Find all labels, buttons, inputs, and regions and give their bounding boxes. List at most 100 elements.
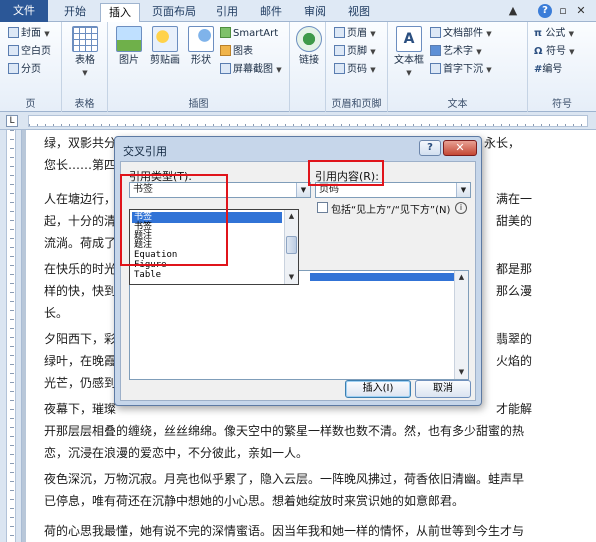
- group-text: A 文本框 ▼ 文档部件 ▼ 艺术字 ▼ 首字下沉 ▼ 文本: [388, 22, 528, 112]
- drop-cap-button[interactable]: 首字下沉 ▼: [430, 62, 492, 77]
- close-window-icon[interactable]: ✕: [574, 4, 588, 18]
- links-icon: [296, 26, 322, 52]
- minimize-ribbon-icon[interactable]: ▲: [506, 4, 520, 18]
- header-button[interactable]: 页眉 ▼: [334, 26, 376, 41]
- scroll-down-icon[interactable]: ▼: [456, 367, 467, 378]
- include-above-below-checkbox[interactable]: [317, 202, 328, 213]
- doc-line-right: 永长，: [484, 136, 521, 150]
- quick-parts-icon: [430, 27, 441, 38]
- chart-button[interactable]: 图表: [220, 44, 253, 59]
- symbol-button[interactable]: Ω 符号 ▼: [534, 44, 575, 59]
- clipart-button[interactable]: 剪贴画: [146, 26, 184, 67]
- group-label-table: 表格: [74, 99, 95, 110]
- highlight-box-ref-content: [308, 160, 384, 186]
- shapes-button[interactable]: 形状: [182, 26, 220, 67]
- cancel-button[interactable]: 取消: [415, 380, 471, 398]
- doc-line: 夜色深沉，万物沉寂。月亮也似乎累了，隐入云层。一阵晚风拂过，荷香依旧清幽。蛙声早: [44, 472, 525, 486]
- group-illustrations: 图片 剪贴画 形状 SmartArt 图表 屏幕截图 ▼ 插图: [108, 22, 290, 112]
- insert-button[interactable]: 插入(I): [345, 380, 411, 398]
- listbox-scrollbar[interactable]: ▲ ▼: [454, 271, 468, 379]
- tab-insert[interactable]: 插入: [100, 3, 140, 22]
- tab-view[interactable]: 视图: [340, 3, 378, 22]
- smartart-button[interactable]: SmartArt: [220, 26, 278, 41]
- tab-page-layout[interactable]: 页面布局: [144, 3, 204, 22]
- picture-button[interactable]: 图片: [110, 26, 148, 67]
- equation-button[interactable]: π 公式 ▼: [534, 26, 574, 41]
- blank-page-icon: [8, 45, 19, 56]
- doc-line-right: 那么漫: [496, 284, 533, 298]
- dialog-help-button[interactable]: ?: [419, 140, 441, 156]
- page-number-button[interactable]: 页码 ▼: [334, 62, 376, 77]
- wordart-button[interactable]: 艺术字 ▼: [430, 44, 482, 59]
- scroll-thumb[interactable]: [286, 236, 297, 254]
- ribbon: 封面 ▼ 空白页 分页 页 表格 ▼ 表格 图片 剪贴画 形状 SmartArt …: [0, 22, 596, 112]
- doc-line-right: 都是那: [496, 262, 533, 276]
- drop-cap-icon: [430, 63, 441, 74]
- group-label-symbols: 符号: [552, 99, 572, 110]
- footer-icon: [334, 45, 345, 56]
- wordart-icon: [430, 45, 441, 56]
- include-above-below-label: 包括“见上方”/“见下方”(N): [331, 205, 451, 216]
- tab-file[interactable]: 文件: [0, 0, 48, 22]
- ribbon-tabbar: 文件 开始 插入 页面布局 引用 邮件 审阅 视图 ▲ ? ▫ ✕: [0, 0, 596, 22]
- doc-line-right: 火焰的: [496, 354, 533, 368]
- doc-line: 荷的心思我最懂，她有说不完的深情蜜语。因当年我和她一样的情怀，从前世等到今生才与: [44, 524, 525, 538]
- footer-button[interactable]: 页脚 ▼: [334, 44, 376, 59]
- group-pages: 封面 ▼ 空白页 分页 页: [0, 22, 62, 112]
- doc-line-right: 翡翠的: [496, 332, 533, 346]
- ruler-strip: [28, 115, 588, 127]
- dropdown-scrollbar[interactable]: ▲ ▼: [284, 210, 298, 284]
- numbering-button[interactable]: #编号: [534, 62, 562, 77]
- highlight-box-ref-type: [120, 174, 228, 266]
- tab-references[interactable]: 引用: [208, 3, 246, 22]
- smartart-icon: [220, 27, 231, 38]
- screenshot-button[interactable]: 屏幕截图 ▼: [220, 62, 282, 77]
- tab-selector[interactable]: L: [6, 115, 18, 127]
- cover-page-button[interactable]: 封面 ▼: [8, 26, 50, 41]
- reference-target-listbox[interactable]: ▲ ▼: [129, 270, 469, 380]
- dropdown-option[interactable]: Table: [132, 270, 282, 281]
- doc-line: 恋，沉浸在浪漫的爱恋中，不分彼此，亲如一人。: [44, 446, 309, 460]
- group-label-illustrations: 插图: [188, 99, 209, 110]
- group-label-pages: 页: [25, 99, 36, 110]
- info-icon: i: [455, 202, 467, 214]
- group-links: 链接: [290, 22, 326, 112]
- header-icon: [334, 27, 345, 38]
- textbox-icon: A: [396, 26, 422, 52]
- chart-icon: [220, 45, 231, 56]
- page-break-button[interactable]: 分页: [8, 62, 41, 77]
- group-table: 表格 ▼ 表格: [62, 22, 108, 112]
- links-button[interactable]: 链接: [290, 26, 328, 67]
- group-label-header-footer: 页眉和页脚: [331, 99, 382, 110]
- doc-line-right: 才能解: [496, 402, 533, 416]
- chevron-down-icon[interactable]: ▼: [456, 183, 470, 197]
- tab-review[interactable]: 审阅: [296, 3, 334, 22]
- group-header-footer: 页眉 ▼ 页脚 ▼ 页码 ▼ 页眉和页脚: [326, 22, 388, 112]
- page-number-icon: [334, 63, 345, 74]
- doc-line-right: 满在一: [496, 192, 533, 206]
- pi-icon: π: [534, 28, 546, 39]
- tab-home[interactable]: 开始: [56, 3, 94, 22]
- vertical-ruler[interactable]: [0, 130, 22, 542]
- tab-mailings[interactable]: 邮件: [252, 3, 290, 22]
- scroll-down-icon[interactable]: ▼: [286, 272, 297, 283]
- doc-line-right: 甜美的: [496, 214, 533, 228]
- group-symbols: π 公式 ▼ Ω 符号 ▼ #编号 符号: [528, 22, 596, 112]
- list-selection: [310, 273, 454, 281]
- horizontal-ruler[interactable]: L: [0, 112, 596, 130]
- scroll-up-icon[interactable]: ▲: [286, 211, 297, 222]
- dialog-close-button[interactable]: ✕: [443, 140, 477, 156]
- textbox-button[interactable]: A 文本框 ▼: [390, 26, 428, 78]
- page-break-icon: [8, 63, 19, 74]
- quick-parts-button[interactable]: 文档部件 ▼: [430, 26, 492, 41]
- picture-icon: [116, 26, 142, 52]
- group-label-text: 文本: [447, 99, 468, 110]
- blank-page-button[interactable]: 空白页: [8, 44, 51, 59]
- restore-icon[interactable]: ▫: [556, 4, 570, 18]
- table-button[interactable]: 表格 ▼: [66, 26, 104, 78]
- table-icon: [72, 26, 98, 52]
- scroll-up-icon[interactable]: ▲: [456, 272, 467, 283]
- help-icon[interactable]: ?: [538, 4, 552, 18]
- vertical-ruler-strip: [6, 130, 16, 542]
- doc-line: 开那层层相叠的缠绕，丝丝绵绵。像天空中的繁星一样数也数不清。然，也有多少甜蜜的热: [44, 424, 525, 438]
